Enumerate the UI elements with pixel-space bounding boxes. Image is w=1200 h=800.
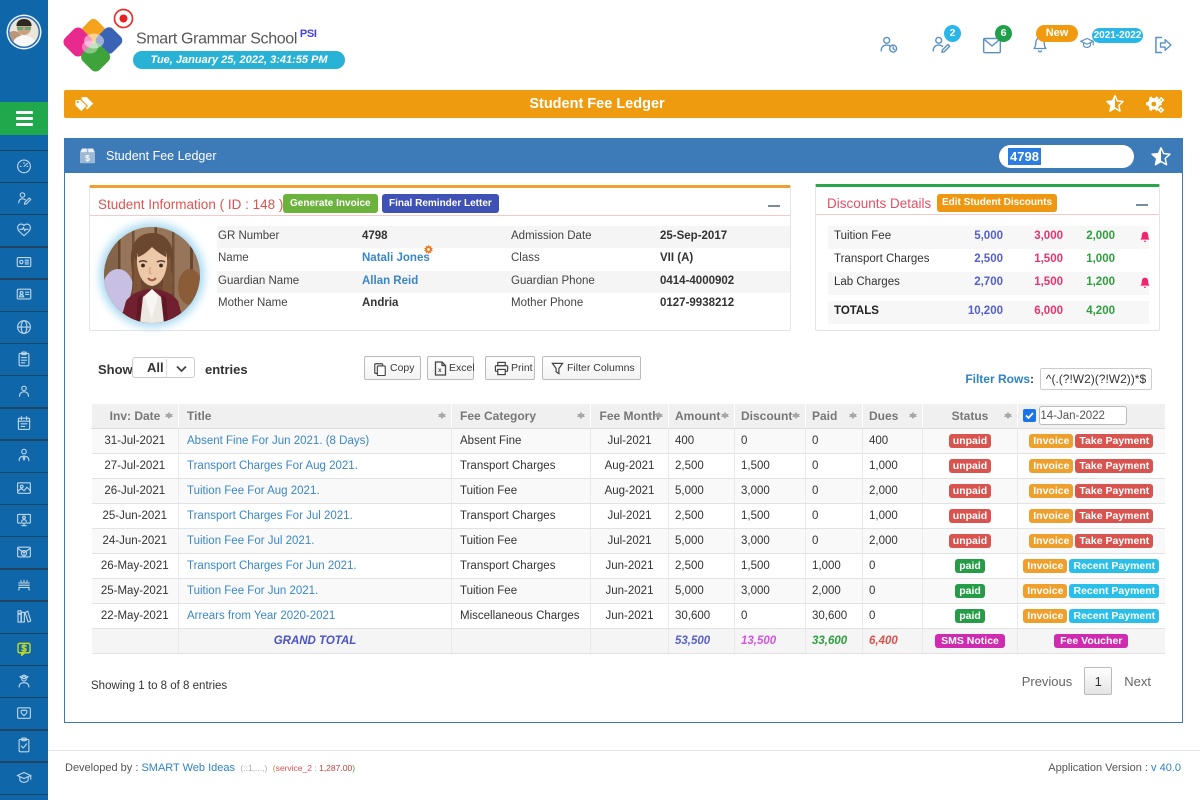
svg-text:$: $ bbox=[85, 153, 90, 163]
svg-text:x: x bbox=[438, 367, 442, 374]
